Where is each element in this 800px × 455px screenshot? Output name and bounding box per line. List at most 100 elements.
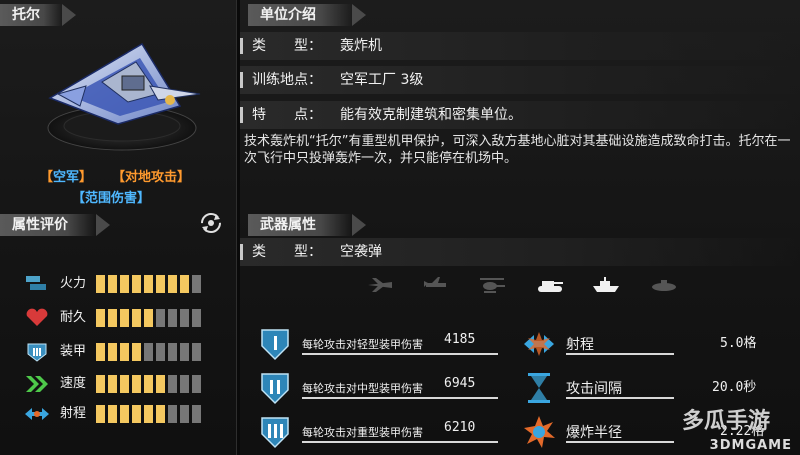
submarine-icon (652, 280, 676, 291)
watermark-logo: 多瓜手游 (681, 409, 770, 434)
spec-value: 20.0秒 (712, 380, 757, 395)
stat-bar-segment (192, 275, 201, 293)
info-row-weapon-type: 类 型： 空袭弹 (240, 238, 800, 266)
stat-bar-segment (180, 275, 189, 293)
damage-value: 4185 (444, 332, 476, 347)
unit-intro-ribbon: 单位介绍 (248, 4, 366, 26)
stat-bar-segment (108, 309, 117, 327)
damage-value: 6945 (444, 376, 476, 391)
info-label: 特 点： (252, 107, 322, 123)
row-marker (240, 38, 243, 54)
tag-air-force: 【空军】 (40, 170, 93, 185)
stat-bar-segment (168, 375, 177, 393)
stat-row-armor: 装甲 (24, 342, 224, 362)
stat-bar-segment (180, 405, 189, 423)
info-value: 轰炸机 (340, 38, 382, 54)
ship-icon (593, 277, 619, 292)
info-row-feature: 特 点： 能有效克制建筑和密集单位。 (240, 101, 800, 129)
watermark-text: 3DMGAME (709, 438, 792, 453)
stat-bar-segment (120, 343, 129, 361)
unit-name-ribbon: 托尔 (0, 4, 76, 26)
info-value: 能有效克制建筑和密集单位。 (340, 107, 522, 123)
unit-name: 托尔 (12, 7, 40, 23)
stat-label: 射程 (60, 406, 87, 421)
transport-plane-icon (424, 277, 446, 287)
stat-bar-segment (168, 309, 177, 327)
stat-bar-segment (96, 309, 105, 327)
stat-bar-segment (120, 375, 129, 393)
stat-bar-segment (120, 405, 129, 423)
stat-bar-segment (192, 375, 201, 393)
fighter-plane-icon (368, 278, 392, 292)
stat-bar-segment (132, 343, 141, 361)
stat-bar-segment (144, 375, 153, 393)
firepower-icon (26, 276, 46, 290)
underline (566, 441, 674, 443)
helicopter-icon (480, 278, 505, 293)
row-marker (240, 244, 243, 260)
stat-bar-segment (108, 275, 117, 293)
stat-bar-segment (132, 309, 141, 327)
stat-row-speed: 速度 (24, 374, 224, 394)
damage-row-heavy: 每轮攻击对重型装甲伤害 6210 (258, 414, 498, 454)
stat-bar-segment (96, 375, 105, 393)
tank-icon (538, 281, 563, 292)
spec-value: 5.0格 (720, 336, 757, 351)
tag-area-damage: 【范围伤害】 (72, 191, 151, 206)
unit-panel: 托尔 【空军】 【对地攻击】 【范围伤害】 属性评价 火力 耐久 装甲 速度 射… (0, 0, 236, 455)
attribute-rating-title: 属性评价 (12, 217, 68, 233)
stat-bar-segment (180, 309, 189, 327)
stat-bars (96, 309, 204, 327)
stat-bar-segment (156, 309, 165, 327)
stat-bar-segment (144, 309, 153, 327)
damage-value: 6210 (444, 420, 476, 435)
stat-bar-segment (156, 275, 165, 293)
damage-label: 每轮攻击对轻型装甲伤害 (302, 338, 423, 351)
stat-bar-segment (192, 309, 201, 327)
stat-bar-segment (108, 375, 117, 393)
damage-row-light: 每轮攻击对轻型装甲伤害 4185 (258, 326, 498, 366)
heart-icon (26, 308, 48, 326)
underline (302, 397, 498, 399)
tag-ground-attack: 【对地攻击】 (112, 170, 191, 185)
damage-row-medium: 每轮攻击对中型装甲伤害 6945 (258, 370, 498, 410)
refresh-icon[interactable] (200, 212, 222, 234)
damage-label: 每轮攻击对中型装甲伤害 (302, 382, 423, 395)
stat-bar-segment (192, 343, 201, 361)
stat-bar-segment (156, 375, 165, 393)
stat-row-firepower: 火力 (24, 274, 224, 294)
info-label: 类 型： (252, 244, 322, 260)
stat-bars (96, 405, 204, 423)
stat-bar-segment (144, 275, 153, 293)
stat-bar-segment (180, 375, 189, 393)
damage-label: 每轮攻击对重型装甲伤害 (302, 426, 423, 439)
stat-label: 火力 (60, 276, 87, 291)
armor-light-icon (261, 329, 289, 361)
stat-bar-segment (156, 343, 165, 361)
stat-bars (96, 375, 204, 393)
spec-label: 爆炸半径 (566, 425, 622, 441)
info-label: 训练地点： (252, 72, 322, 88)
range-arrows-icon (25, 408, 49, 420)
armor-icon (27, 343, 47, 362)
stat-bar-segment (168, 275, 177, 293)
underline (302, 441, 498, 443)
stat-bar-segment (168, 405, 177, 423)
explosion-icon (524, 416, 555, 448)
row-marker (240, 107, 243, 123)
underline (302, 353, 498, 355)
underline (566, 397, 674, 399)
speed-chevrons-icon (26, 376, 48, 392)
unit-intro-title: 单位介绍 (260, 7, 316, 23)
stat-bar-segment (108, 343, 117, 361)
hourglass-icon (528, 373, 550, 403)
stat-bars (96, 275, 204, 293)
info-label: 类 型： (252, 38, 322, 54)
stat-row-durability: 耐久 (24, 308, 224, 328)
stat-bar-segment (96, 405, 105, 423)
spec-row-range: 射程 5.0格 (522, 326, 782, 366)
weapon-attr-title: 武器属性 (260, 217, 316, 233)
stat-bar-segment (168, 343, 177, 361)
row-marker (240, 72, 243, 88)
stat-bar-segment (156, 405, 165, 423)
